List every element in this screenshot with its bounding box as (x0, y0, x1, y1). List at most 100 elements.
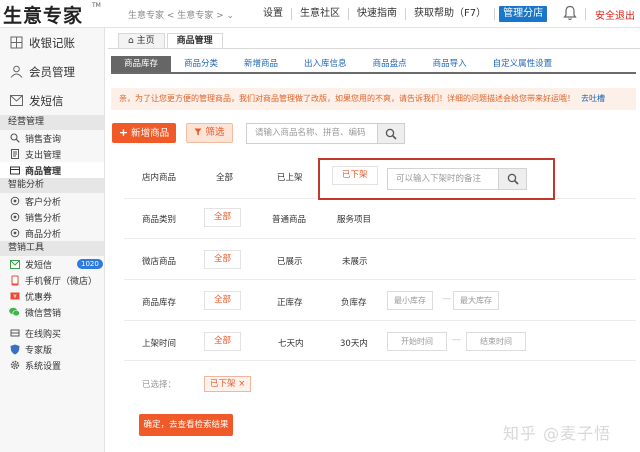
goods-search-input[interactable]: 请输入商品名称、拼音、编码 (246, 123, 378, 144)
selected-off-shelf-tag[interactable]: 已下架 × (204, 376, 252, 392)
opt-all[interactable]: 全部 (204, 332, 242, 351)
sidebar-item-label: 系统设置 (25, 361, 62, 372)
tab-label: 主页 (136, 36, 155, 46)
sidebar-item-send-sms[interactable]: 发短信 1020 (0, 256, 104, 272)
sidebar-item-wechat-marketing[interactable]: 微信营销 (0, 304, 104, 320)
sidebar-item-expert[interactable]: 专家版 (0, 341, 104, 357)
filter-label-category: 商品类别 (142, 215, 177, 225)
opt-thirty-days[interactable]: 30天内 (340, 337, 368, 349)
sidebar-item-label: 销售查询 (25, 134, 62, 145)
notice-text: 亲，为了让您更方便的管理商品，我们对商品管理做了改版，如果您用的不爽，请告诉我们… (119, 94, 575, 103)
sidebar-item-sales-analysis[interactable]: 销售分析 (0, 209, 104, 225)
search-button[interactable] (377, 123, 405, 144)
filter-row-shelf-time: 上架时间 全部 七天内 30天内 开始时间 — 结束时间 (124, 321, 636, 361)
sidebar-item-label: 客户分析 (25, 197, 62, 208)
subtab-stock[interactable]: 商品库存 (111, 56, 172, 72)
top-bar: 生意专家 TM 生意专家 < 生意专家 > ⌄ 设置 生意社区 快速指南 获取帮… (0, 0, 640, 28)
nav-community[interactable]: 生意社区 (292, 8, 349, 20)
plus-icon: + (118, 126, 129, 139)
opt-seven-days[interactable]: 七天内 (278, 337, 304, 349)
nav-settings[interactable]: 设置 (255, 8, 292, 20)
start-time-input[interactable]: 开始时间 (387, 332, 447, 351)
refresh-circle-icon (9, 196, 20, 207)
sidebar-item-label: 发短信 (25, 260, 53, 271)
shield-icon (9, 344, 20, 355)
subtab-inout[interactable]: 出入库信息 (291, 56, 360, 72)
gear-icon (9, 360, 20, 371)
opt-all[interactable]: 全部 (204, 208, 242, 227)
sidebar-item-members[interactable]: 会员管理 (0, 57, 104, 86)
min-stock-input[interactable]: 最小库存 (387, 291, 433, 310)
opt-all[interactable]: 全部 (204, 291, 242, 310)
sidebar-section-analysis: 智能分析 (0, 178, 104, 193)
cashier-grid-icon (9, 36, 23, 50)
sidebar-item-label: 手机餐厅（微店） (25, 276, 98, 287)
top-nav: 设置 生意社区 快速指南 获取帮助（F7） 管理分店 (255, 6, 548, 22)
bell-icon[interactable] (563, 5, 577, 21)
nav-help[interactable]: 获取帮助（F7） (406, 8, 496, 20)
filter-label-shelf-time: 上架时间 (142, 339, 177, 349)
filter-label: 筛选 (205, 127, 225, 138)
app-logo[interactable]: 生意专家 (3, 1, 83, 28)
filter-label-store-goods: 店内商品 (142, 173, 177, 183)
sidebar-item-expense[interactable]: 支出管理 (0, 146, 104, 162)
sidebar-item-sales-query[interactable]: 销售查询 (0, 130, 104, 146)
opt-normal-goods[interactable]: 普通商品 (272, 213, 306, 225)
subtab-import[interactable]: 商品导入 (420, 56, 480, 72)
filter-row-category: 商品类别 全部 普通商品 服务项目 (124, 199, 636, 239)
notice-banner: 亲，为了让您更方便的管理商品，我们对商品管理做了改版，如果您用的不爽，请告诉我们… (111, 88, 636, 110)
opt-not-shown[interactable]: 未展示 (342, 255, 368, 267)
top-divider (585, 8, 586, 20)
sidebar-item-label: 优惠券 (25, 292, 53, 303)
feedback-link[interactable]: 去吐槽 (581, 94, 605, 103)
sidebar: 收银记账 会员管理 发短信 经营管理 销售查询 支出管理 商品管理 智能分析 客… (0, 28, 105, 452)
opt-all[interactable]: 全部 (204, 250, 242, 269)
sidebar-item-mobile-restaurant[interactable]: 手机餐厅（微店） (0, 272, 104, 288)
subtab-custom-attr[interactable]: 自定义属性设置 (480, 56, 566, 72)
opt-positive-stock[interactable]: 正库存 (277, 296, 303, 308)
selected-label: 已选择： (142, 380, 177, 390)
tab-goods-management[interactable]: 商品管理 (166, 33, 223, 48)
max-stock-input[interactable]: 最大库存 (453, 291, 499, 310)
logout-link[interactable]: 安全退出 (595, 7, 635, 22)
subtab-category[interactable]: 商品分类 (171, 56, 231, 72)
confirm-search-button[interactable]: 确定，去查看检索结果 (139, 414, 233, 436)
sidebar-item-sms[interactable]: 发短信 (0, 86, 104, 115)
sidebar-item-label: 商品管理 (25, 166, 62, 177)
sidebar-item-coupon[interactable]: ¥ 优惠券 (0, 288, 104, 304)
add-goods-button[interactable]: + 新增商品 (112, 123, 176, 143)
search-icon (385, 128, 397, 140)
sidebar-item-cashier[interactable]: 收银记账 (0, 28, 104, 57)
subtab-add-goods[interactable]: 新增商品 (231, 56, 291, 72)
envelope-icon (9, 94, 23, 108)
sidebar-item-goods[interactable]: 商品管理 (0, 162, 104, 178)
end-time-input[interactable]: 结束时间 (466, 332, 526, 351)
sidebar-item-label: 会员管理 (29, 64, 75, 79)
filter-button[interactable]: 筛选 (186, 123, 233, 143)
opt-all[interactable]: 全部 (216, 171, 233, 183)
opt-shown[interactable]: 已展示 (277, 255, 303, 267)
filter-row-stock: 商品库存 全部 正库存 负库存 最小库存 — 最大库存 (124, 280, 636, 321)
sidebar-item-online-buy[interactable]: 在线购买 (0, 325, 104, 341)
opt-negative-stock[interactable]: 负库存 (341, 296, 367, 308)
sidebar-item-goods-analysis[interactable]: 商品分析 (0, 225, 104, 241)
sidebar-item-settings[interactable]: 系统设置 (0, 357, 104, 373)
store-selector[interactable]: 生意专家 < 生意专家 > ⌄ (128, 8, 234, 21)
funnel-icon (194, 128, 202, 136)
tab-home[interactable]: ⌂ 主页 (118, 33, 165, 48)
sidebar-item-label: 专家版 (25, 345, 53, 356)
annotation-highlight-box (318, 158, 555, 200)
goods-icon (9, 165, 20, 176)
cart-icon (9, 328, 20, 339)
subtab-inventory-check[interactable]: 商品盘点 (360, 56, 420, 72)
opt-service[interactable]: 服务项目 (337, 213, 371, 225)
opt-on-shelf[interactable]: 已上架 (277, 171, 303, 183)
manage-branch-button[interactable]: 管理分店 (499, 6, 548, 22)
sidebar-section-business: 经营管理 (0, 115, 104, 130)
sidebar-item-label: 微信营销 (25, 308, 62, 319)
nav-quick-guide[interactable]: 快速指南 (349, 8, 406, 20)
search-icon (9, 133, 20, 144)
sidebar-item-customer-analysis[interactable]: 客户分析 (0, 193, 104, 209)
sms-count-badge: 1020 (77, 259, 103, 269)
sidebar-item-label: 支出管理 (25, 150, 62, 161)
